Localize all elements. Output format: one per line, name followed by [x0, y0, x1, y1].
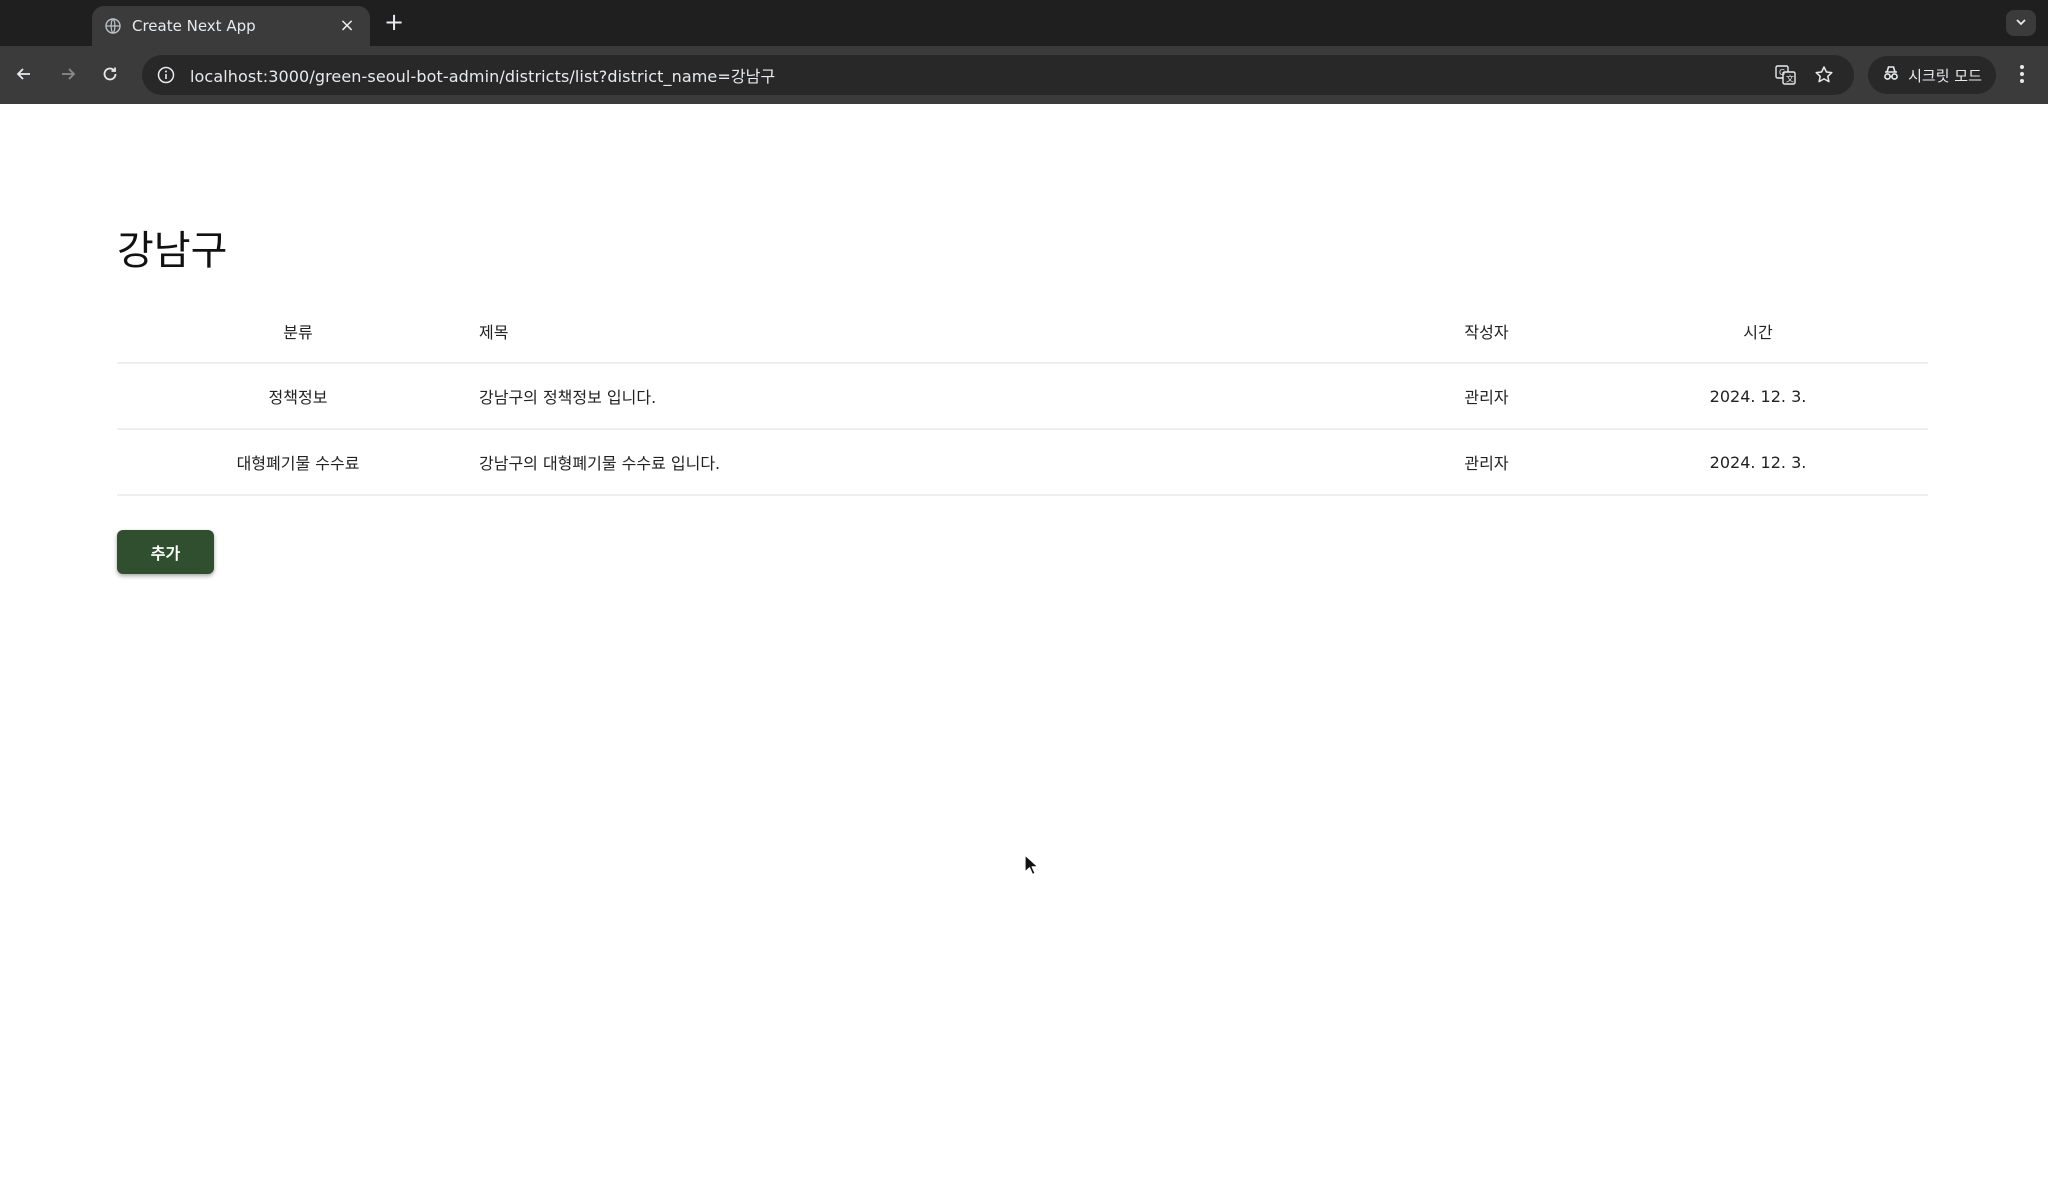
close-icon[interactable]: ×	[336, 15, 358, 37]
url-text: localhost:3000/green-seoul-bot-admin/dis…	[190, 67, 776, 86]
row-title[interactable]: 강남구의 대형폐기물 수수료 입니다.	[479, 429, 1385, 496]
tab-search-button[interactable]	[2006, 10, 2036, 36]
column-header-title: 제목	[479, 300, 1385, 364]
row-time: 2024. 12. 3.	[1588, 363, 1928, 430]
row-time: 2024. 12. 3.	[1588, 429, 1928, 496]
forward-button[interactable]	[52, 60, 84, 92]
tab-strip: Create Next App × +	[0, 0, 2048, 46]
chevron-down-icon	[2014, 14, 2028, 33]
row-category: 정책정보	[117, 363, 479, 430]
mouse-cursor-icon	[1024, 854, 1039, 876]
arrow-right-icon	[59, 65, 77, 87]
star-icon[interactable]	[1810, 61, 1838, 89]
table-header-row: 분류 제목 작성자 시간	[117, 300, 1928, 364]
back-button[interactable]	[8, 60, 40, 92]
row-author: 관리자	[1385, 429, 1588, 496]
incognito-badge[interactable]: 시크릿 모드	[1868, 56, 1996, 94]
kebab-menu-icon	[2019, 64, 2025, 88]
add-button[interactable]: 추가	[117, 530, 214, 574]
arrow-left-icon	[15, 65, 33, 87]
table-row[interactable]: 정책정보 강남구의 정책정보 입니다. 관리자 2024. 12. 3.	[117, 363, 1928, 430]
svg-text:G: G	[1779, 68, 1785, 77]
browser-menu-button[interactable]	[2010, 60, 2034, 92]
translate-icon[interactable]: G文	[1772, 61, 1800, 89]
row-author: 관리자	[1385, 363, 1588, 430]
info-icon[interactable]	[152, 61, 180, 89]
page-title: 강남구	[117, 228, 228, 274]
reload-button[interactable]	[94, 60, 126, 92]
tab-title: Create Next App	[132, 17, 256, 35]
incognito-icon	[1882, 65, 1900, 85]
reload-icon	[101, 65, 119, 87]
globe-icon	[104, 17, 122, 35]
new-tab-button[interactable]: +	[380, 9, 408, 37]
row-title[interactable]: 강남구의 정책정보 입니다.	[479, 363, 1385, 430]
column-header-category: 분류	[117, 300, 479, 364]
column-header-author: 작성자	[1385, 300, 1588, 364]
browser-tab[interactable]: Create Next App ×	[92, 6, 370, 46]
column-header-time: 시간	[1588, 300, 1928, 364]
incognito-label: 시크릿 모드	[1908, 66, 1982, 85]
address-bar[interactable]: localhost:3000/green-seoul-bot-admin/dis…	[142, 55, 1854, 95]
row-category: 대형폐기물 수수료	[117, 429, 479, 496]
table-row[interactable]: 대형폐기물 수수료 강남구의 대형폐기물 수수료 입니다. 관리자 2024. …	[117, 429, 1928, 496]
svg-text:文: 文	[1786, 74, 1794, 84]
district-board-table: 분류 제목 작성자 시간 정책정보 강남구의 정책정보 입니다. 관리자 202…	[117, 300, 1928, 496]
browser-toolbar: localhost:3000/green-seoul-bot-admin/dis…	[0, 46, 2048, 104]
